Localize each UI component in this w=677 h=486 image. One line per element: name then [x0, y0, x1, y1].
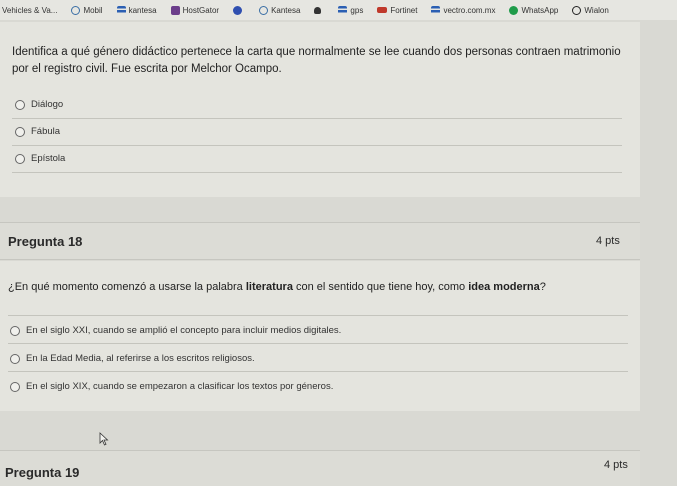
divider	[12, 118, 622, 119]
radio-button[interactable]	[15, 99, 25, 110]
bookmark-item[interactable]	[233, 5, 245, 15]
bookmark-dark-icon	[572, 5, 582, 15]
bookmark-label: Fortinet	[390, 5, 418, 15]
radio-button[interactable]	[15, 153, 25, 164]
bookmark-label: WhatsApp	[521, 5, 559, 15]
radio-button[interactable]	[10, 381, 20, 392]
question-19-points: 4 pts	[604, 459, 628, 471]
bookmark-item[interactable]: vectro.com.mx	[431, 5, 496, 15]
q18-text-bold-literatura: literatura	[245, 281, 293, 293]
bookmark-bars-icon	[116, 5, 126, 15]
bookmark-item[interactable]: gps	[338, 5, 364, 15]
option-label: Diálogo	[31, 99, 64, 110]
q18-text-mid: con el sentido que tiene hoy, como	[292, 281, 469, 293]
option-label: En la Edad Media, al referirse a los esc…	[26, 353, 255, 364]
bookmark-label: Kantesa	[271, 5, 301, 15]
radio-button[interactable]	[10, 325, 20, 336]
q18-text-post: ?	[539, 281, 546, 293]
bookmark-item[interactable]: Mobil	[71, 5, 103, 15]
bookmark-label: Wialon	[584, 5, 609, 15]
bookmark-circle-icon	[71, 5, 81, 15]
divider	[12, 145, 622, 146]
radio-button[interactable]	[10, 353, 20, 364]
bookmark-wa-icon	[509, 5, 519, 15]
bookmark-item[interactable]: HostGator	[170, 5, 220, 15]
question-19-header: Pregunta 19 4 pts	[0, 450, 640, 486]
bookmark-label: gps	[350, 5, 364, 15]
q18-option-edad-media[interactable]: En la Edad Media, al referirse a los esc…	[10, 353, 255, 364]
bookmark-item[interactable]: Fortinet	[377, 6, 417, 15]
bookmarks-bar: Vehicles & Va... Mobil kantesa HostGator Kan…	[0, 0, 677, 20]
question-18-header: Pregunta 18 4 pts	[0, 222, 640, 260]
bookmark-people-icon	[314, 6, 322, 14]
option-label: En el siglo XIX, cuando se empezaron a c…	[26, 381, 334, 392]
bookmark-item[interactable]: Wialon	[572, 5, 609, 15]
q18-text-bold-idea: idea moderna	[468, 281, 540, 293]
bookmark-house-icon	[170, 5, 180, 15]
q18-option-siglo-xix[interactable]: En el siglo XIX, cuando se empezaron a c…	[10, 381, 333, 392]
divider	[8, 371, 628, 372]
q18-option-siglo-xxi[interactable]: En el siglo XXI, cuando se amplió el con…	[10, 325, 341, 336]
question-18-title: Pregunta 18	[8, 234, 83, 249]
bookmark-label: vectro.com.mx	[443, 5, 496, 15]
question-18-body: ¿En qué momento comenzó a usarse la pala…	[0, 261, 640, 411]
mouse-cursor-icon	[99, 432, 109, 446]
bookmark-label: Mobil	[83, 5, 103, 15]
question-19-title: Pregunta 19	[5, 465, 80, 480]
divider	[8, 315, 628, 316]
bookmark-circle-icon	[259, 5, 269, 15]
q17-option-dialogo[interactable]: Diálogo	[15, 99, 63, 110]
question-17-body: Identifica a qué género didáctico perten…	[0, 22, 640, 197]
bookmark-label: HostGator	[182, 5, 220, 15]
bookmark-label: Vehicles & Va...	[2, 5, 58, 15]
option-label: En el siglo XXI, cuando se amplió el con…	[26, 325, 342, 336]
bookmark-item[interactable]: kantesa	[116, 5, 157, 15]
radio-button[interactable]	[15, 126, 25, 137]
bookmark-blue-icon	[233, 5, 243, 15]
divider	[12, 172, 622, 173]
bookmark-item[interactable]	[314, 6, 324, 14]
question-18-points: 4 pts	[596, 235, 620, 247]
bookmark-item[interactable]: Kantesa	[259, 5, 301, 15]
option-label: Epístola	[31, 153, 66, 164]
bookmark-red-icon	[377, 7, 388, 13]
option-label: Fábula	[31, 126, 61, 137]
bookmark-bars-icon	[431, 5, 441, 15]
question-17-text: Identifica a qué género didáctico perten…	[12, 46, 621, 75]
q18-text-pre: ¿En qué momento comenzó a usarse la pala…	[8, 281, 246, 293]
bookmark-item[interactable]: Vehicles & Va...	[2, 6, 57, 15]
bookmark-label: kantesa	[128, 5, 157, 15]
divider	[8, 343, 628, 344]
question-18-text: ¿En qué momento comenzó a usarse la pala…	[8, 281, 628, 293]
q17-option-fabula[interactable]: Fábula	[15, 126, 60, 137]
bookmark-item[interactable]: WhatsApp	[509, 5, 559, 15]
bookmark-bars-icon	[338, 5, 348, 15]
q17-option-epistola[interactable]: Epístola	[15, 153, 65, 164]
